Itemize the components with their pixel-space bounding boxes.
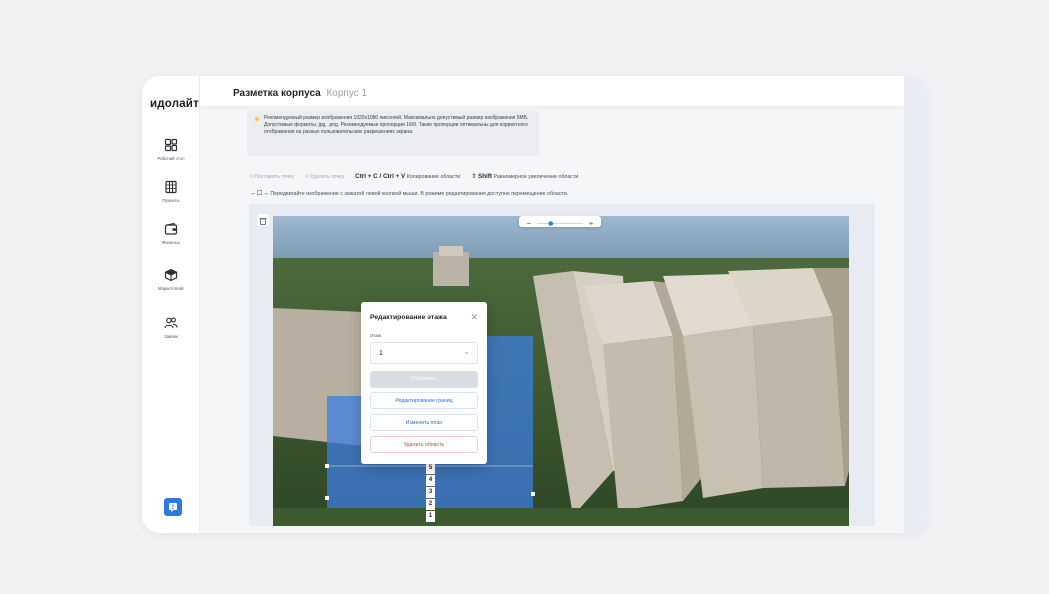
shift-hotkey-label: Равномерное увеличение области (493, 174, 579, 180)
drag-hint-text: Передвигайте изображение с зажатой левой… (270, 191, 569, 197)
building-icon (165, 180, 177, 194)
sidebar-item-label: Рабочий стол (157, 156, 185, 161)
floor-label[interactable]: 1 (426, 511, 435, 522)
chat-button[interactable] (164, 498, 182, 516)
app-window: идолайт Рабочий стол Проекты Финансы Мар… (142, 76, 928, 533)
remove-point-button[interactable]: Удалить точку (310, 174, 345, 180)
sidebar: идолайт Рабочий стол Проекты Финансы Мар… (142, 76, 200, 533)
info-dot-icon (255, 117, 259, 121)
shift-icon: ⇧ (471, 173, 477, 180)
modal-title: Редактирование этажа (370, 314, 447, 321)
users-icon (164, 317, 178, 329)
edit-borders-button[interactable]: Редактирование границ (370, 392, 478, 409)
change-plan-button[interactable]: Изменить план (370, 414, 478, 431)
delete-area-modal-button[interactable]: Удалить область (370, 436, 478, 453)
floor-label[interactable]: 4 (426, 475, 435, 486)
sidebar-item-projects[interactable]: Проекты (142, 180, 200, 203)
sidebar-item-requests[interactable]: Заявки (142, 316, 200, 339)
floor-select[interactable]: 1 ⌄ (370, 342, 478, 364)
hotkeys-bar: ⌑ Поставить точку ⌑ Удалить точку Ctrl +… (250, 173, 578, 180)
floor-label[interactable]: 2 (426, 499, 435, 510)
sidebar-item-label: Заявки (164, 334, 178, 339)
sidebar-item-dashboard[interactable]: Рабочий стол (142, 138, 200, 161)
shift-hotkey: Shift (478, 173, 492, 180)
delete-area-button[interactable] (257, 214, 269, 226)
copy-hotkey: Ctrl + C / Ctrl + V (355, 173, 406, 180)
image-requirements-notice: Рекомендуемый размер изображения 1920x10… (247, 111, 539, 156)
image-canvas[interactable]: 5 4 3 2 1 (249, 204, 875, 526)
page-title-text: Разметка корпуса (233, 88, 321, 99)
page-header: Разметка корпуса Корпус 1 (200, 76, 904, 106)
building-photo[interactable] (273, 216, 849, 526)
drag-hand-icon: ←☐→ (250, 190, 269, 197)
floor-select-value: 1 (379, 350, 383, 357)
add-point-button[interactable]: Поставить точку (254, 174, 294, 180)
page-subtitle: Корпус 1 (326, 88, 368, 99)
remove-point-icon: ⌑ (305, 174, 309, 180)
logo: идолайт (150, 98, 199, 110)
save-button[interactable]: Сохранить (370, 371, 478, 388)
copy-hotkey-label: Копирование области (406, 174, 461, 180)
zoom-control[interactable] (519, 216, 601, 227)
floor-label[interactable]: 5 (426, 463, 435, 474)
page-title: Разметка корпуса Корпус 1 (233, 88, 367, 99)
add-point-icon: ⌑ (250, 174, 253, 180)
drag-hint: ←☐→ Передвигайте изображение с зажатой л… (250, 189, 568, 197)
sidebar-item-label: Проекты (162, 198, 180, 203)
chat-icon (169, 503, 177, 512)
sidebar-item-label: Маркетплейс (157, 286, 185, 291)
zoom-slider[interactable] (519, 218, 601, 229)
trash-icon (259, 218, 267, 225)
close-icon[interactable]: ✕ (470, 312, 478, 323)
floor-label[interactable]: 3 (426, 487, 435, 498)
main-content: Разметка корпуса Корпус 1 Рекомендуемый … (200, 76, 928, 533)
box-icon (164, 268, 178, 282)
sidebar-item-finance[interactable]: Финансы (142, 222, 200, 245)
dashboard-icon (164, 138, 178, 152)
wallet-icon (164, 222, 178, 235)
notice-text: Рекомендуемый размер изображения 1920x10… (264, 115, 529, 136)
chevron-down-icon: ⌄ (463, 347, 470, 356)
right-rail (904, 76, 928, 533)
sidebar-item-label: Финансы (161, 240, 181, 245)
sidebar-item-marketplace[interactable]: Маркетплейс (142, 268, 200, 291)
floor-field-label: Этаж (370, 333, 381, 338)
edit-floor-modal: Редактирование этажа ✕ Этаж 1 ⌄ Сохранит… (361, 302, 487, 464)
